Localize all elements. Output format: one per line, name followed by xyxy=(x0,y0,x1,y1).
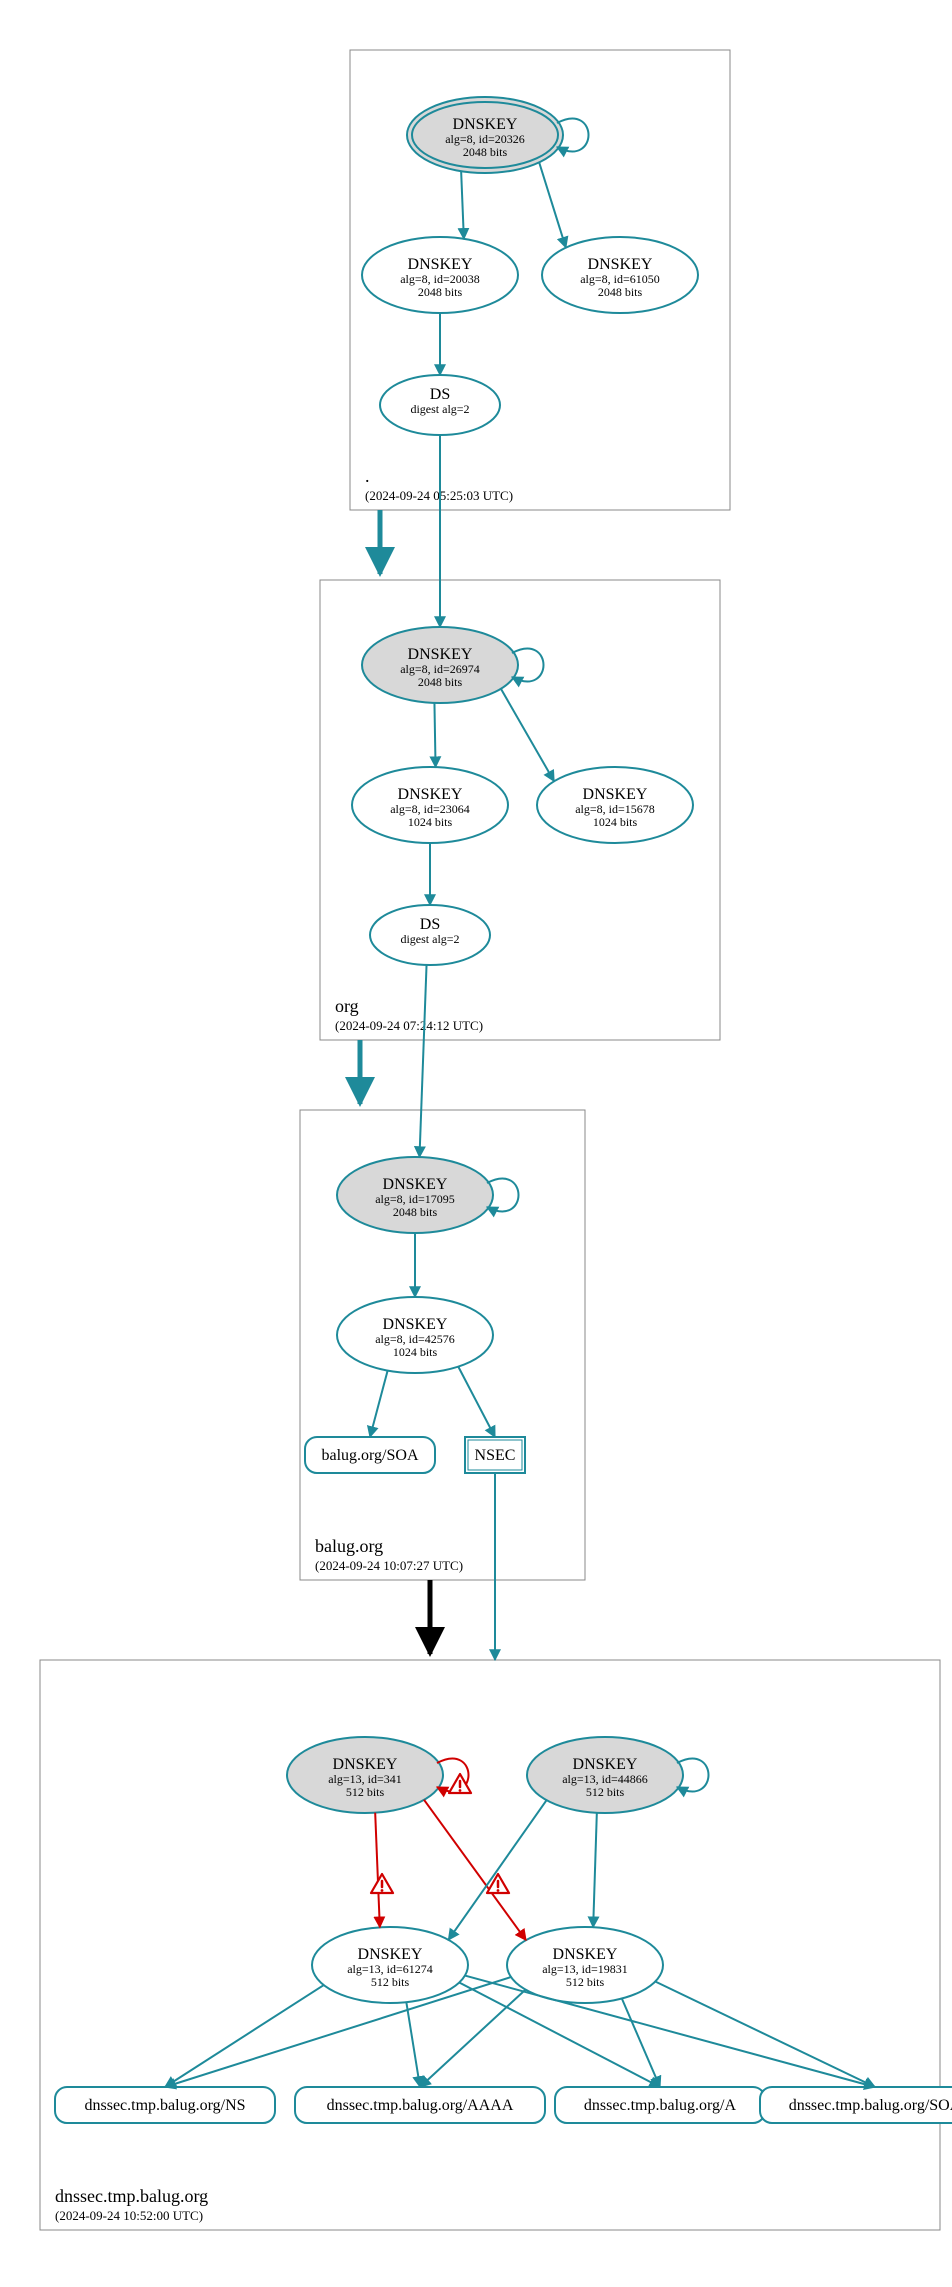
node-algid: alg=8, id=61050 xyxy=(580,272,660,286)
sign-edge xyxy=(655,1982,875,2087)
zone-timestamp: (2024-09-24 10:07:27 UTC) xyxy=(315,1558,463,1573)
node-algid: alg=13, id=19831 xyxy=(542,1962,628,1976)
rr-label: dnssec.tmp.balug.org/AAAA xyxy=(327,2097,514,2114)
node-algid: alg=8, id=20038 xyxy=(400,272,480,286)
node-title: DNSKEY xyxy=(398,786,463,803)
zone-name: dnssec.tmp.balug.org xyxy=(55,2186,208,2206)
zone-name: balug.org xyxy=(315,1536,383,1556)
sign-edge xyxy=(465,1976,875,2087)
node-title: DS xyxy=(420,916,440,933)
node-title: DNSKEY xyxy=(583,786,648,803)
node-algid: alg=13, id=44866 xyxy=(562,1772,648,1786)
node-bits: 512 bits xyxy=(371,1975,410,1989)
node-title: DNSKEY xyxy=(588,256,653,273)
node-algid: alg=8, id=26974 xyxy=(400,662,480,676)
node-title: DNSKEY xyxy=(408,256,473,273)
node-title: DNSKEY xyxy=(453,116,518,133)
node-bits: 2048 bits xyxy=(418,285,463,299)
rr-label: dnssec.tmp.balug.org/A xyxy=(584,2097,737,2114)
zone-name: . xyxy=(365,466,370,486)
zone-name: org xyxy=(335,996,359,1016)
node-algid: alg=8, id=20326 xyxy=(445,132,525,146)
node-bits: 2048 bits xyxy=(418,675,463,689)
node-algid: alg=8, id=42576 xyxy=(375,1332,455,1346)
rr-label: dnssec.tmp.balug.org/NS xyxy=(84,2097,245,2114)
dnssec-graph: .(2024-09-24 05:25:03 UTC)org(2024-09-24… xyxy=(20,20,952,2267)
node-bits: 512 bits xyxy=(586,1785,625,1799)
node-title: DNSKEY xyxy=(383,1316,448,1333)
node-algid: alg=8, id=23064 xyxy=(390,802,470,816)
node-bits: 1024 bits xyxy=(393,1345,438,1359)
zone-box xyxy=(40,1660,940,2230)
sign-edge xyxy=(448,1800,546,1940)
sign-edge xyxy=(593,1813,597,1927)
node-title: DS xyxy=(430,386,450,403)
node-bits: 1024 bits xyxy=(408,815,453,829)
node-title: DNSKEY xyxy=(383,1176,448,1193)
warning-icon xyxy=(487,1874,509,1893)
node-title: DNSKEY xyxy=(333,1756,398,1773)
rr-label: dnssec.tmp.balug.org/SOA xyxy=(789,2097,952,2114)
node-bits: 512 bits xyxy=(346,1785,385,1799)
node-title: DNSKEY xyxy=(573,1756,638,1773)
node-algid: alg=13, id=61274 xyxy=(347,1962,433,1976)
warning-icon xyxy=(371,1874,393,1893)
node-bits: 2048 bits xyxy=(463,145,508,159)
node-algid: alg=13, id=341 xyxy=(328,1772,402,1786)
sign-edge xyxy=(461,171,464,239)
sign-edge xyxy=(370,1371,388,1437)
sign-edge xyxy=(424,1800,526,1940)
sign-edge xyxy=(539,162,566,247)
node-algid: digest alg=2 xyxy=(400,932,459,946)
sign-edge xyxy=(458,1367,495,1437)
zone-timestamp: (2024-09-24 10:52:00 UTC) xyxy=(55,2208,203,2223)
sign-edge xyxy=(501,689,554,782)
node-title: DNSKEY xyxy=(408,646,473,663)
node-algid: alg=8, id=15678 xyxy=(575,802,655,816)
zone-timestamp: (2024-09-24 07:24:12 UTC) xyxy=(335,1018,483,1033)
node-bits: 2048 bits xyxy=(393,1205,438,1219)
sign-edge xyxy=(434,703,435,767)
sign-edge xyxy=(420,1990,526,2087)
node-title: DNSKEY xyxy=(358,1946,423,1963)
node-title: DNSKEY xyxy=(553,1946,618,1963)
node-bits: 2048 bits xyxy=(598,285,643,299)
node-algid: digest alg=2 xyxy=(410,402,469,416)
rr-label: balug.org/SOA xyxy=(321,1447,418,1464)
sign-edge xyxy=(406,2002,420,2087)
node-algid: alg=8, id=17095 xyxy=(375,1192,455,1206)
nsec-label: NSEC xyxy=(475,1447,516,1464)
sign-edge xyxy=(622,1998,660,2087)
sign-edge xyxy=(375,1813,380,1928)
node-bits: 512 bits xyxy=(566,1975,605,1989)
sign-edge xyxy=(165,1985,324,2087)
node-bits: 1024 bits xyxy=(593,815,638,829)
sign-edge xyxy=(419,965,426,1157)
